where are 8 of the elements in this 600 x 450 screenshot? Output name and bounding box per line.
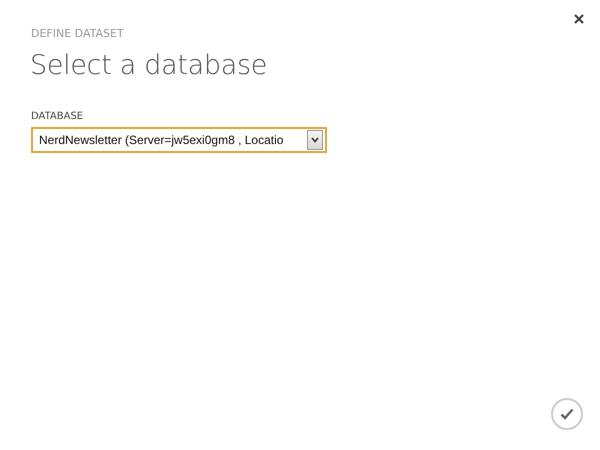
- checkmark-icon: [560, 408, 574, 420]
- confirm-button[interactable]: [551, 398, 583, 430]
- dialog-subtitle: DEFINE DATASET: [31, 27, 125, 40]
- dialog-title: Select a database: [30, 50, 268, 81]
- close-button[interactable]: [572, 12, 586, 26]
- database-dropdown[interactable]: NerdNewsletter (Server=jw5exi0gm8 , Locatio: [31, 127, 327, 153]
- close-icon: [574, 14, 584, 24]
- field-label: DATABASE: [31, 111, 84, 122]
